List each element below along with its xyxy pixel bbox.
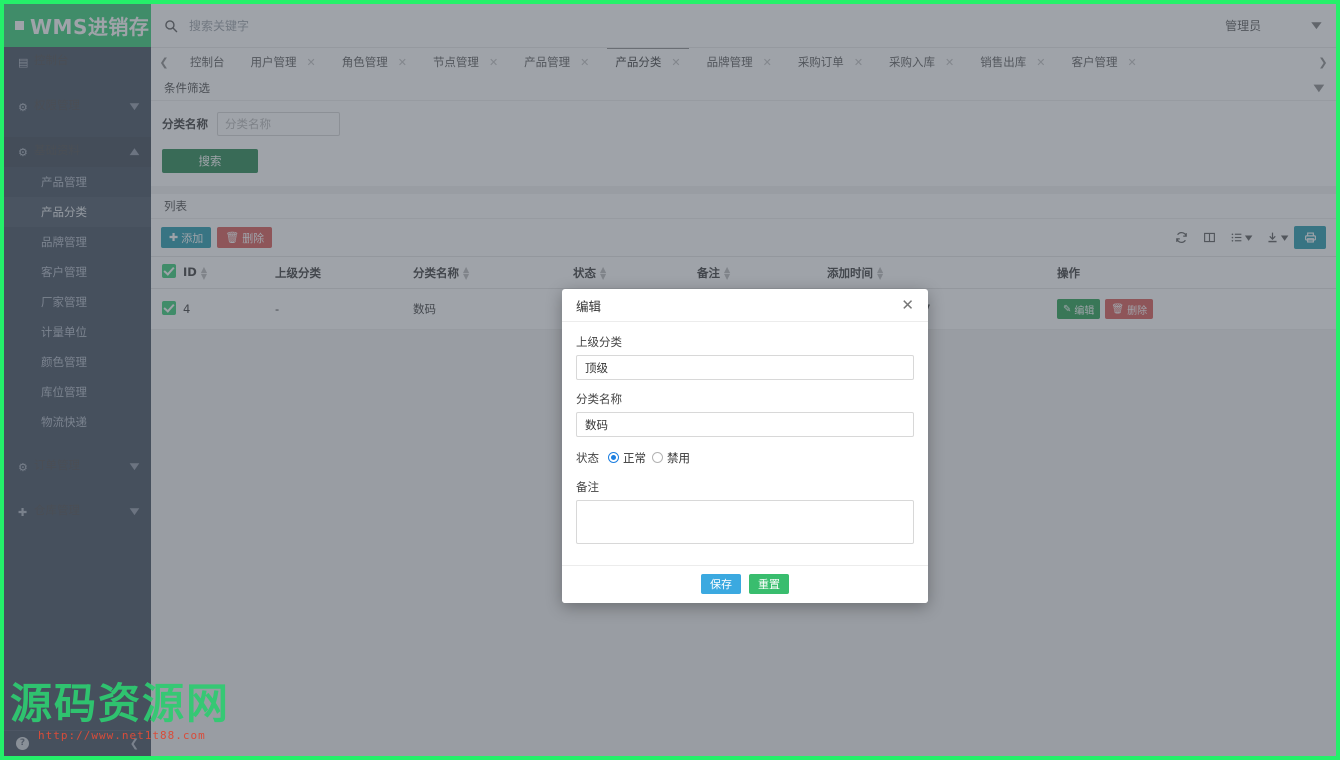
status-radio-group: 正常 禁用 bbox=[608, 448, 696, 467]
dialog-title: 编辑 bbox=[576, 296, 601, 315]
application-window: WMS进销存 管理员 ▼ ❮ 控制台用户管理✕角色管理✕节点管理✕产品管理✕产品… bbox=[0, 0, 1340, 760]
status-radio-正常[interactable]: 正常 bbox=[608, 450, 646, 466]
status-radio-label: 正常 bbox=[623, 450, 646, 466]
parent-category-input[interactable] bbox=[576, 355, 914, 380]
parent-category-label: 上级分类 bbox=[576, 334, 914, 350]
save-button[interactable]: 保存 bbox=[701, 574, 741, 594]
reset-button[interactable]: 重置 bbox=[749, 574, 789, 594]
dialog-header: 编辑 ✕ bbox=[562, 289, 928, 322]
status-label: 状态 bbox=[576, 450, 599, 466]
parent-category-field: 上级分类 bbox=[576, 334, 914, 380]
remark-field: 备注 bbox=[576, 479, 914, 548]
dialog-category-name-input[interactable] bbox=[576, 412, 914, 437]
dialog-body: 上级分类 分类名称 状态 正常 禁用 备注 bbox=[562, 322, 928, 565]
status-radio-禁用[interactable]: 禁用 bbox=[652, 450, 690, 466]
dialog-footer: 保存 重置 bbox=[562, 565, 928, 603]
dialog-category-name-label: 分类名称 bbox=[576, 391, 914, 407]
edit-category-dialog: 编辑 ✕ 上级分类 分类名称 状态 正常 禁用 备注 保存 重置 bbox=[562, 289, 928, 603]
status-field: 状态 正常 禁用 bbox=[576, 448, 914, 467]
radio-indicator[interactable] bbox=[608, 452, 619, 463]
category-name-field: 分类名称 bbox=[576, 391, 914, 437]
radio-indicator[interactable] bbox=[652, 452, 663, 463]
status-radio-label: 禁用 bbox=[667, 450, 690, 466]
remark-textarea[interactable] bbox=[576, 500, 914, 544]
close-icon[interactable]: ✕ bbox=[901, 298, 914, 313]
remark-label: 备注 bbox=[576, 479, 914, 495]
